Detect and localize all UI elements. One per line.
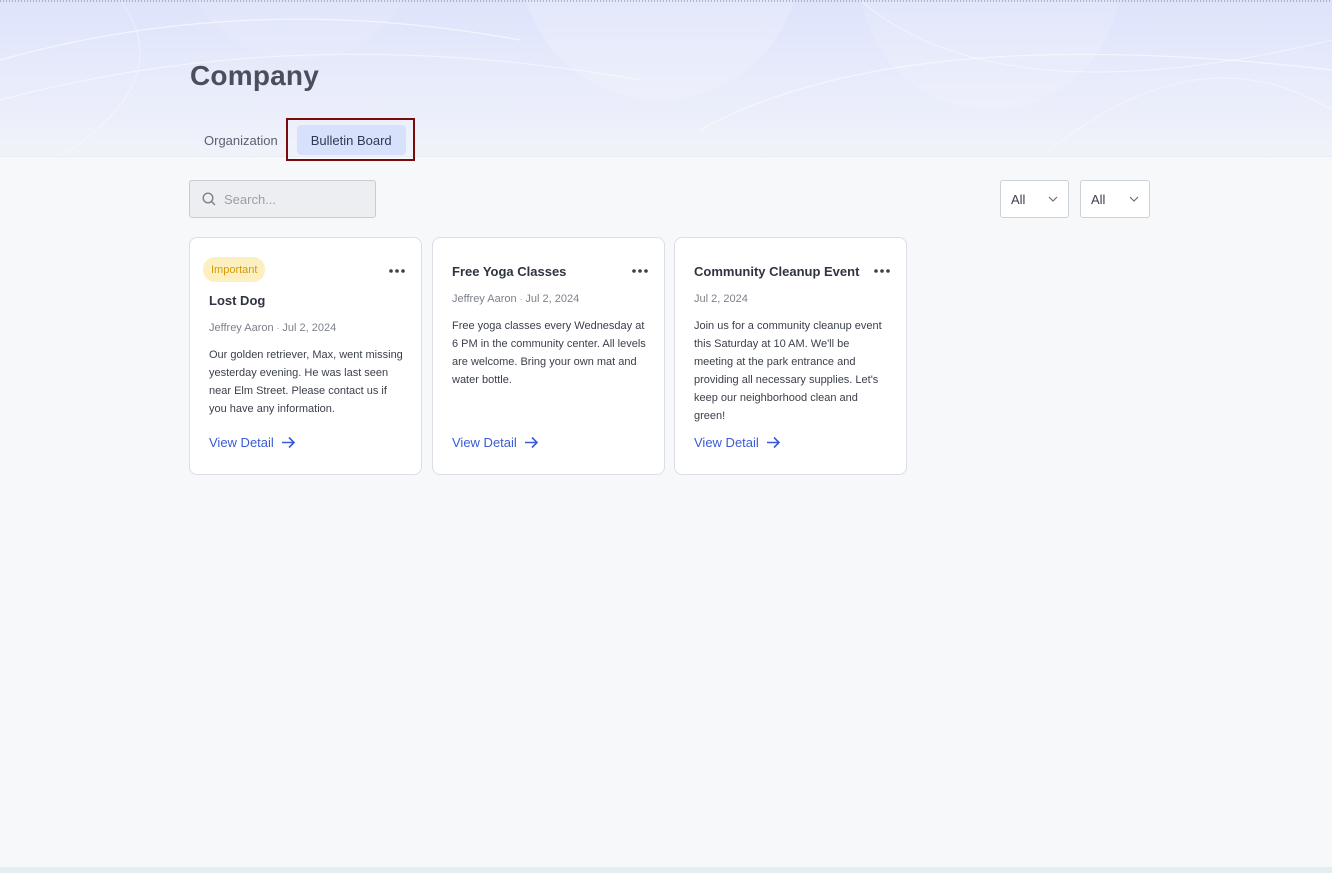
chevron-down-icon — [1048, 196, 1058, 202]
card-meta: Jul 2, 2024 — [694, 293, 748, 305]
card-date: Jul 2, 2024 — [694, 293, 748, 305]
search-input[interactable] — [224, 191, 364, 207]
more-options-icon[interactable] — [387, 264, 407, 278]
view-detail-label: View Detail — [694, 435, 759, 450]
card-meta: Jeffrey Aaron · Jul 2, 2024 — [452, 293, 579, 305]
card-author: Jeffrey Aaron — [452, 293, 517, 305]
bottom-bar — [0, 867, 1332, 873]
more-options-icon[interactable] — [630, 264, 650, 278]
chevron-down-icon — [1129, 196, 1139, 202]
view-detail-label: View Detail — [452, 435, 517, 450]
card-title: Lost Dog — [209, 293, 266, 308]
search-box[interactable] — [189, 180, 376, 218]
more-options-icon[interactable] — [872, 264, 892, 278]
filter-select-2-value: All — [1091, 191, 1106, 207]
bulletin-card-community-cleanup: Community Cleanup Event Jul 2, 2024 Join… — [674, 237, 907, 475]
tab-organization[interactable]: Organization — [190, 125, 292, 155]
view-detail-link[interactable]: View Detail — [209, 435, 296, 450]
meta-separator-dot: · — [276, 324, 280, 333]
card-body: Our golden retriever, Max, went missing … — [209, 349, 403, 415]
search-icon — [202, 192, 216, 206]
view-detail-link[interactable]: View Detail — [452, 435, 539, 450]
card-meta: Jeffrey Aaron · Jul 2, 2024 — [209, 322, 336, 334]
arrow-right-icon — [281, 436, 295, 449]
filter-select-1[interactable]: All — [1000, 180, 1069, 218]
view-detail-label: View Detail — [209, 435, 274, 450]
bulletin-card-lost-dog: Important Lost Dog Jeffrey Aaron · Jul 2… — [189, 237, 422, 475]
page-title: Company — [190, 60, 319, 91]
card-title: Community Cleanup Event — [694, 264, 860, 279]
bulletin-card-free-yoga: Free Yoga Classes Jeffrey Aaron · Jul 2,… — [432, 237, 665, 475]
arrow-right-icon — [524, 436, 538, 449]
card-body: Free yoga classes every Wednesday at 6 P… — [452, 320, 646, 386]
view-detail-link[interactable]: View Detail — [694, 435, 781, 450]
card-date: Jul 2, 2024 — [525, 293, 580, 305]
top-border — [0, 0, 1332, 2]
meta-separator-dot: · — [519, 295, 523, 304]
filter-select-1-value: All — [1011, 191, 1026, 207]
filter-select-2[interactable]: All — [1080, 180, 1150, 218]
card-body: Join us for a community cleanup event th… — [694, 320, 882, 422]
arrow-right-icon — [766, 436, 780, 449]
card-date: Jul 2, 2024 — [282, 322, 337, 334]
card-author: Jeffrey Aaron — [209, 322, 274, 334]
card-title: Free Yoga Classes — [452, 264, 567, 279]
important-badge: Important — [203, 257, 266, 282]
tab-highlight-box — [286, 118, 415, 161]
